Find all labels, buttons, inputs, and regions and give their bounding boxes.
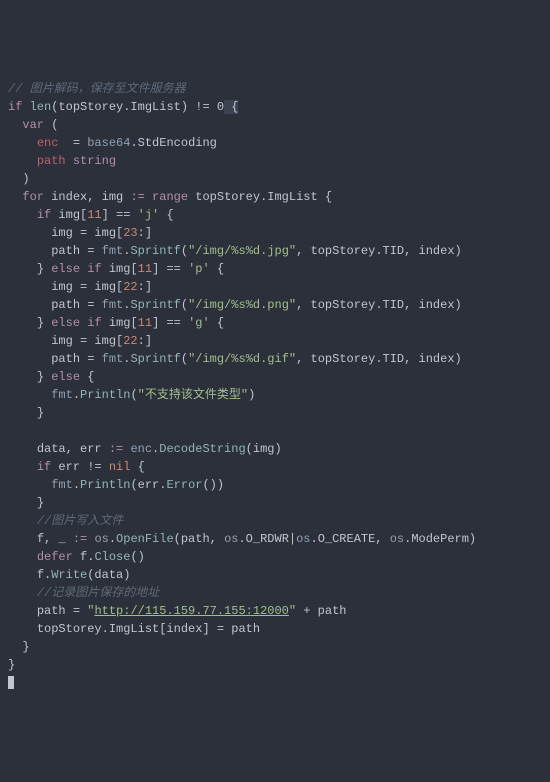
code-line: fmt.Println("不支持该文件类型") — [8, 388, 255, 402]
code-line: //图片写入文件 — [8, 514, 123, 528]
code-line: path = fmt.Sprintf("/img/%s%d.jpg", topS… — [8, 244, 462, 258]
code-line: if len(topStorey.ImgList) != 0 { — [8, 100, 238, 114]
cursor-position: { — [224, 100, 238, 114]
url-literal: http://115.159.77.155:12000 — [94, 604, 288, 618]
code-line: } — [8, 406, 44, 420]
comment: // 图片解码，保存至文件服务器 — [8, 82, 186, 96]
code-line: f.Write(data) — [8, 568, 130, 582]
code-line: // 图片解码，保存至文件服务器 — [8, 82, 186, 96]
code-line: f, _ := os.OpenFile(path, os.O_RDWR|os.O… — [8, 532, 476, 546]
code-line: ) — [8, 172, 30, 186]
code-line: } else { — [8, 370, 94, 384]
code-line: } — [8, 496, 44, 510]
code-line: img = img[22:] — [8, 280, 152, 294]
comment: //记录图片保存的地址 — [37, 586, 159, 600]
code-line: topStorey.ImgList[index] = path — [8, 622, 260, 636]
code-line: img = img[23:] — [8, 226, 152, 240]
code-line: } else if img[11] == 'p' { — [8, 262, 224, 276]
code-line: path string — [8, 154, 116, 168]
code-line: path = fmt.Sprintf("/img/%s%d.png", topS… — [8, 298, 462, 312]
code-line: data, err := enc.DecodeString(img) — [8, 442, 282, 456]
code-line: } else if img[11] == 'g' { — [8, 316, 224, 330]
code-line: if img[11] == 'j' { — [8, 208, 174, 222]
code-line: } — [8, 640, 30, 654]
code-line: var ( — [8, 118, 58, 132]
code-line: path = "http://115.159.77.155:12000" + p… — [8, 604, 347, 618]
code-line: //记录图片保存的地址 — [8, 586, 159, 600]
code-line: path = fmt.Sprintf("/img/%s%d.gif", topS… — [8, 352, 462, 366]
code-line: defer f.Close() — [8, 550, 145, 564]
code-line: img = img[22:] — [8, 334, 152, 348]
code-line: } — [8, 658, 15, 672]
code-editor[interactable]: // 图片解码，保存至文件服务器 if len(topStorey.ImgLis… — [8, 80, 542, 692]
code-line: for index, img := range topStorey.ImgLis… — [8, 190, 332, 204]
code-line: fmt.Println(err.Error()) — [8, 478, 224, 492]
code-line: enc = base64.StdEncoding — [8, 136, 217, 150]
text-cursor — [8, 676, 14, 689]
comment: //图片写入文件 — [37, 514, 123, 528]
code-line — [8, 676, 14, 690]
code-line: if err != nil { — [8, 460, 145, 474]
